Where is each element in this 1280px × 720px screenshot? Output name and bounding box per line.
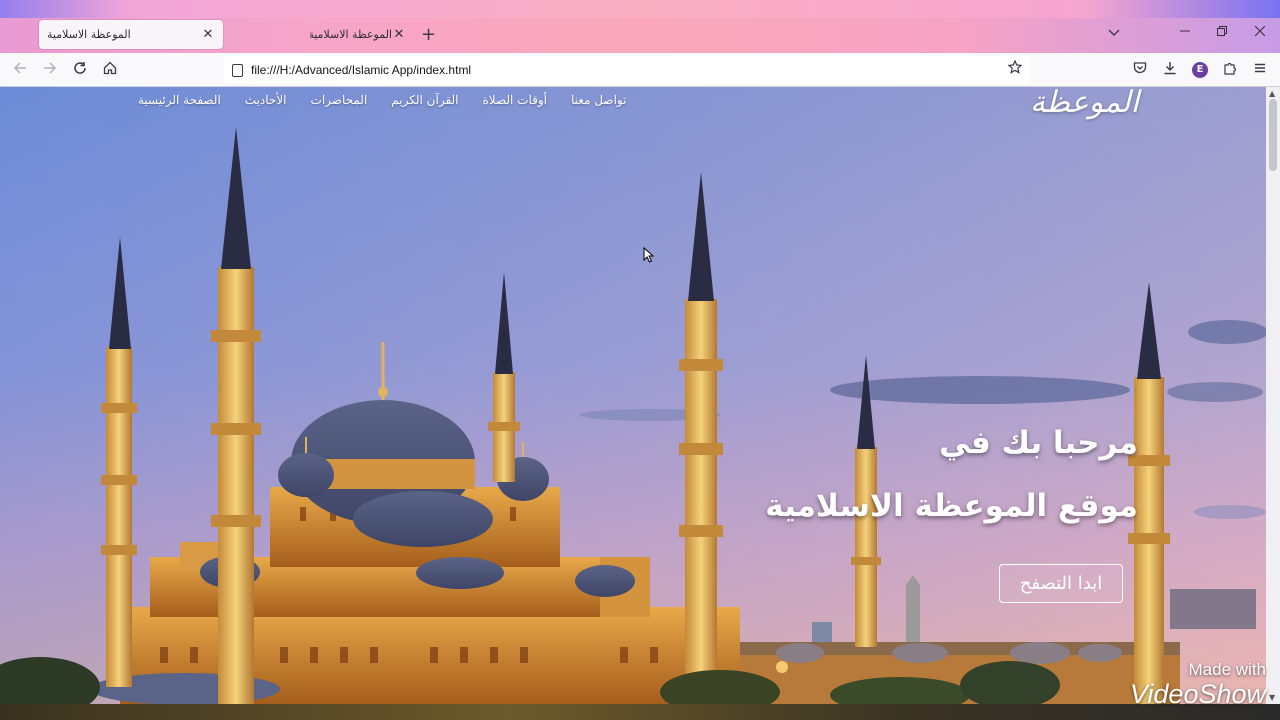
page-scrollbar[interactable]: ▲ ▼ (1266, 87, 1280, 704)
nav-contact[interactable]: تواصل معنا (571, 93, 626, 107)
restore-icon[interactable] (1217, 25, 1227, 40)
start-browsing-button[interactable]: ابدا التصفح (999, 564, 1123, 603)
nav-hadiths[interactable]: الأحاديث (245, 93, 287, 107)
bookmark-star-icon[interactable] (1007, 59, 1023, 78)
bottom-strip (0, 704, 1280, 720)
site-navigation: الصفحة الرئيسية الأحاديث المحاضرات القرآ… (138, 93, 626, 107)
nav-quran[interactable]: القرآن الكريم (391, 93, 458, 107)
nav-lectures[interactable]: المحاضرات (311, 93, 368, 107)
tab-strip: الموعظة الاسلامية ✕ الموعظة الاسلامية ✕ … (0, 0, 1280, 53)
extension-avatar[interactable]: E (1192, 62, 1208, 78)
reload-icon[interactable] (71, 61, 89, 79)
nav-prayer-times[interactable]: أوقات الصلاة (483, 93, 547, 107)
scroll-up-icon[interactable]: ▲ (1269, 89, 1275, 98)
home-icon[interactable] (101, 61, 119, 79)
navigation-toolbar: file:///H:/Advanced/Islamic App/index.ht… (0, 53, 1280, 87)
minimize-icon[interactable] (1180, 25, 1190, 40)
watermark-line1: Made with (1188, 660, 1266, 679)
hero-background-image (0, 87, 1266, 704)
tab-active[interactable]: الموعظة الاسلامية ✕ (39, 20, 223, 49)
download-icon[interactable] (1163, 61, 1177, 79)
new-tab-button[interactable]: + (421, 24, 436, 45)
close-window-icon[interactable] (1254, 25, 1266, 40)
menu-icon[interactable] (1253, 61, 1267, 79)
page-viewport: الصفحة الرئيسية الأحاديث المحاضرات القرآ… (0, 87, 1266, 704)
mouse-cursor-icon (643, 247, 655, 263)
hero-heading-line1: مرحبا بك في (939, 425, 1138, 461)
back-icon[interactable] (11, 61, 29, 79)
video-watermark: Made with VideoShow (1094, 660, 1266, 708)
url-text[interactable]: file:///H:/Advanced/Islamic App/index.ht… (251, 63, 471, 77)
forward-icon[interactable] (41, 61, 59, 79)
tab-title: الموعظة الاسلامية (310, 28, 392, 41)
pocket-icon[interactable] (1133, 61, 1147, 79)
tab-close-icon[interactable]: ✕ (392, 27, 406, 42)
tab-inactive[interactable]: الموعظة الاسلامية ✕ (302, 20, 414, 49)
hero-heading-line2: موقع الموعظة الاسلامية (765, 488, 1138, 524)
tab-close-icon[interactable]: ✕ (201, 27, 215, 42)
page-icon (232, 63, 243, 77)
tab-title: الموعظة الاسلامية (47, 28, 131, 41)
nav-home[interactable]: الصفحة الرئيسية (138, 93, 221, 107)
url-bar[interactable]: file:///H:/Advanced/Islamic App/index.ht… (224, 56, 1030, 84)
scroll-down-icon[interactable]: ▼ (1269, 693, 1275, 702)
list-all-tabs-icon[interactable] (1108, 26, 1120, 40)
site-logo[interactable]: الموعظة (1030, 87, 1139, 120)
extensions-icon[interactable] (1223, 61, 1237, 79)
watermark-line2: VideoShow (1129, 679, 1266, 709)
scrollbar-thumb[interactable] (1269, 99, 1277, 171)
